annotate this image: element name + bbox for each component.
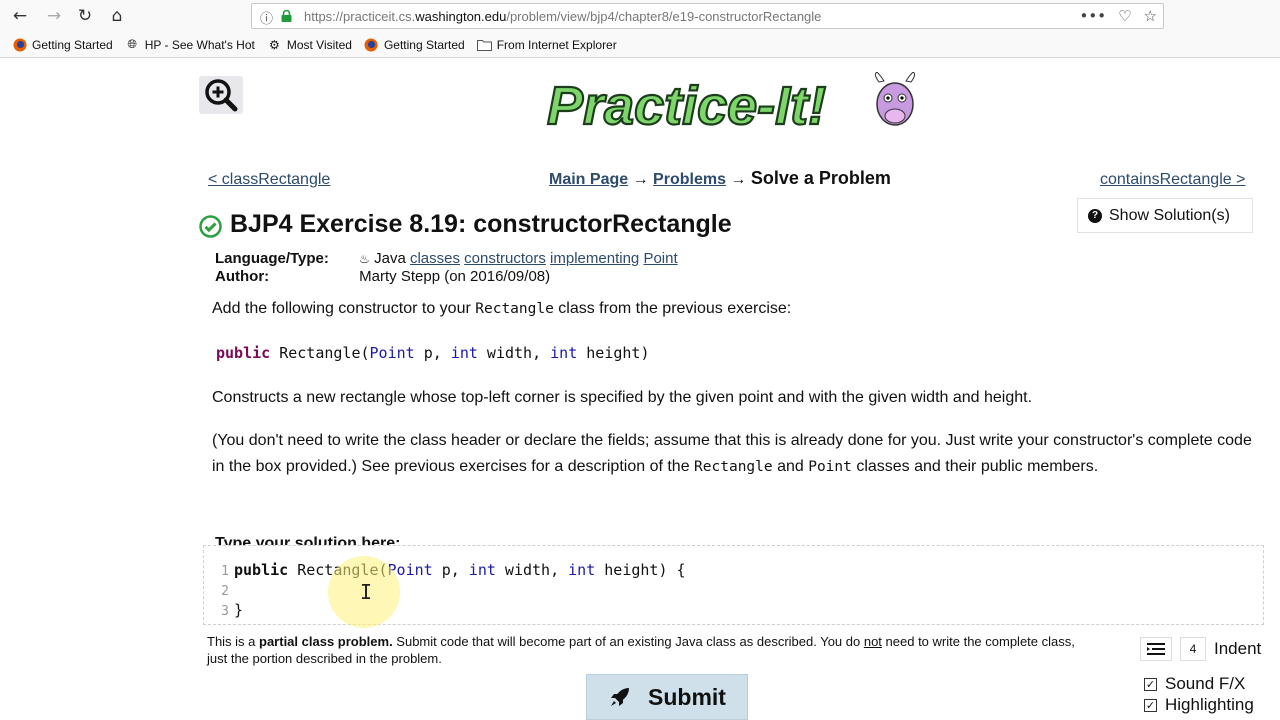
tag-point[interactable]: Point: [643, 250, 677, 267]
browser-toolbar: ← → ↻ ⌂ ⓘ https://practiceit.cs.washingt…: [0, 0, 1280, 32]
format-list-button[interactable]: [1140, 637, 1172, 661]
bookmark-star-icon[interactable]: ☆: [1144, 7, 1157, 25]
svg-text:Practice-It!: Practice-It!: [547, 76, 826, 134]
url-text: https://practiceit.cs.washington.edu/pro…: [304, 9, 822, 24]
tag-classes[interactable]: classes: [410, 250, 460, 267]
code-line[interactable]: 1public Rectangle(Point p, int width, in…: [204, 561, 685, 581]
tag-implementing[interactable]: implementing: [550, 250, 639, 267]
partial-class-note: This is a partial class problem. Submit …: [207, 634, 1075, 666]
sound-fx-checkbox[interactable]: ✓: [1144, 677, 1157, 691]
bookmark-getting-started-2[interactable]: Getting Started: [364, 37, 465, 52]
folder-icon: [476, 37, 492, 52]
bookmark-most-visited[interactable]: ⚙ Most Visited: [267, 37, 352, 52]
zoom-in-button[interactable]: [199, 76, 243, 114]
practice-it-logo: Practice-It!: [546, 72, 916, 134]
tag-constructors[interactable]: constructors: [464, 250, 546, 267]
solved-check-icon: [199, 215, 222, 238]
java-icon: ♨: [359, 252, 370, 266]
reload-icon[interactable]: ↻: [72, 4, 98, 28]
problem-description: Constructs a new rectangle whose top-lef…: [212, 389, 1033, 406]
problem-title: BJP4 Exercise 8.19: constructorRectangle: [230, 210, 732, 238]
sound-fx-option[interactable]: ✓ Sound F/X: [1144, 674, 1245, 694]
next-problem-link[interactable]: containsRectangle >: [1100, 171, 1245, 189]
editor-tools: 4 Indent: [1140, 637, 1261, 661]
author-row: Author: Marty Stepp (on 2016/09/08): [215, 268, 551, 285]
address-bar[interactable]: ⓘ https://practiceit.cs.washington.edu/p…: [251, 3, 1164, 29]
pocket-icon[interactable]: ♡: [1118, 7, 1131, 25]
firefox-icon: [364, 37, 379, 52]
cow-mascot-icon: [874, 72, 916, 126]
breadcrumb-current: Solve a Problem: [750, 168, 891, 188]
more-actions-icon[interactable]: •••: [1080, 7, 1107, 25]
problem-intro: Add the following constructor to your Re…: [212, 300, 792, 317]
bookmarks-bar: Getting Started 🌐︎ HP - See What's Hot ⚙…: [0, 32, 1280, 58]
firefox-icon: [12, 37, 27, 52]
lock-icon: [281, 10, 292, 22]
indent-label: Indent: [1214, 639, 1262, 658]
code-line[interactable]: 3}: [204, 601, 243, 621]
help-icon: ?: [1088, 208, 1102, 223]
info-icon[interactable]: ⓘ: [260, 8, 273, 27]
bookmark-hp[interactable]: 🌐︎ HP - See What's Hot: [125, 37, 254, 52]
gear-icon: ⚙: [268, 37, 280, 52]
back-icon[interactable]: ←: [7, 4, 33, 28]
submit-button[interactable]: Submit: [586, 674, 748, 720]
constructor-signature: public Rectangle(Point p, int width, int…: [216, 344, 650, 362]
breadcrumb-problems[interactable]: Problems: [653, 171, 726, 188]
highlighting-option[interactable]: ✓ Highlighting: [1144, 695, 1254, 715]
highlighting-checkbox[interactable]: ✓: [1144, 698, 1157, 712]
bookmark-folder-ie[interactable]: From Internet Explorer: [476, 37, 617, 52]
text-cursor-icon: I: [360, 580, 373, 604]
code-line[interactable]: 2: [204, 581, 234, 601]
prev-problem-link[interactable]: < classRectangle: [208, 171, 330, 189]
bookmark-getting-started[interactable]: Getting Started: [12, 37, 113, 52]
language-row: Language/Type: ♨ Java classes constructo…: [215, 250, 678, 267]
globe-icon: 🌐︎: [127, 37, 138, 51]
list-icon: [1147, 643, 1165, 655]
indent-size-input[interactable]: 4: [1180, 637, 1206, 661]
show-solutions-button[interactable]: ? Show Solution(s): [1077, 198, 1253, 233]
home-icon[interactable]: ⌂: [104, 4, 130, 28]
forward-icon[interactable]: →: [41, 4, 67, 28]
rocket-icon: [611, 688, 630, 706]
zoom-in-icon: [205, 79, 238, 112]
breadcrumb-main-page[interactable]: Main Page: [549, 171, 628, 188]
problem-note: (You don't need to write the class heade…: [212, 432, 1252, 475]
breadcrumb: Main Page → Problems → Solve a Problem: [549, 168, 891, 188]
